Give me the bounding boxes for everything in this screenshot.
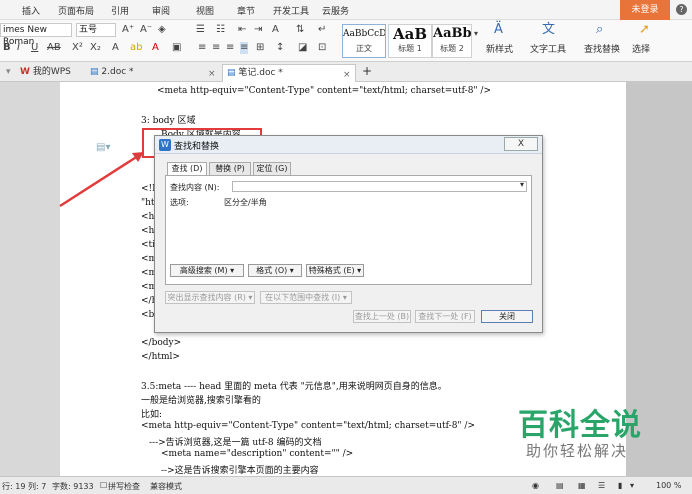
find-content-label: 查找内容 (N): <box>170 183 220 192</box>
highlight-results-button[interactable]: 突出显示查找内容 (R) ▾ <box>165 291 255 304</box>
wps-logo-icon: W <box>159 139 171 151</box>
options-value: 区分全/半角 <box>224 198 267 207</box>
watermark-title: 百科全说 <box>518 408 642 443</box>
tab-replace[interactable]: 替换 (P) <box>209 162 251 176</box>
page-view-icon[interactable]: ▤ <box>556 481 564 490</box>
read-view-icon[interactable]: ▮ <box>618 481 622 490</box>
status-column: 列: 7 <box>28 482 47 491</box>
dialog-close-button[interactable]: X <box>504 137 538 151</box>
special-format-button[interactable]: 特殊格式 (E) ▾ <box>306 264 364 277</box>
advanced-search-button[interactable]: 高级搜索 (M) ▾ <box>170 264 244 277</box>
arrow-head <box>132 152 144 162</box>
web-view-icon[interactable]: ▦ <box>578 481 586 490</box>
chevron-down-icon[interactable]: ▾ <box>520 180 524 189</box>
watermark-subtitle: 助你轻松解决 <box>526 442 629 460</box>
tab-goto[interactable]: 定位 (G) <box>253 162 291 176</box>
checkbox-icon[interactable]: ☐ <box>100 481 107 490</box>
find-next-button[interactable]: 查找下一处 (F) <box>415 310 475 323</box>
options-label: 选项: <box>170 198 189 207</box>
status-word-count[interactable]: 字数: 9133 <box>52 481 94 492</box>
close-button[interactable]: 关闭 <box>481 310 533 323</box>
status-line: 行: 19 <box>2 482 26 491</box>
dialog-title: 查找和替换 <box>174 142 220 152</box>
tab-find[interactable]: 查找 (D) <box>167 162 207 176</box>
zoom-level[interactable]: 100 % <box>656 481 681 490</box>
outline-view-icon[interactable]: ☰ <box>598 481 605 490</box>
focus-mode-icon[interactable]: ◉ <box>532 481 539 490</box>
find-panel: 查找内容 (N): ▾ 选项: 区分全/半角 高级搜索 (M) ▾ 格式 (O)… <box>165 175 532 285</box>
status-compat-mode: 兼容模式 <box>150 482 182 491</box>
find-replace-dialog: W 查找和替换 X 查找 (D) 替换 (P) 定位 (G) 查找内容 (N):… <box>154 135 543 333</box>
status-spell-check[interactable]: 拼写检查 <box>108 481 140 492</box>
arrow-shaft <box>59 154 139 208</box>
find-content-input[interactable]: ▾ <box>232 180 527 192</box>
dialog-title-bar[interactable]: W 查找和替换 X <box>155 136 542 154</box>
format-button[interactable]: 格式 (O) ▾ <box>248 264 302 277</box>
find-in-button[interactable]: 在以下范围中查找 (I) ▾ <box>260 291 352 304</box>
find-previous-button[interactable]: 查找上一处 (B) <box>353 310 411 323</box>
chevron-down-icon[interactable]: ▾ <box>630 481 634 490</box>
status-bar: 行: 19 列: 7 字数: 9133 ☐ 拼写检查 兼容模式 ◉ ▤ ▦ ☰ … <box>0 476 692 494</box>
